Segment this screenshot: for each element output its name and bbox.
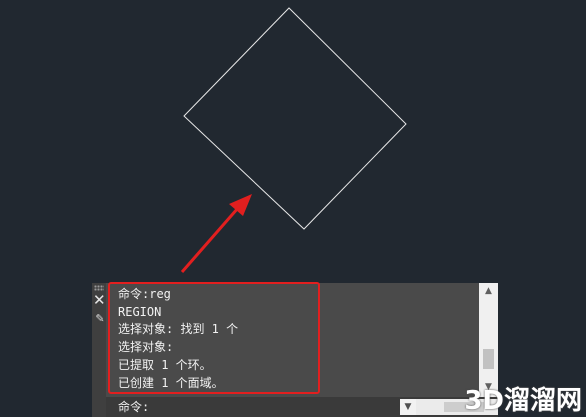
- diamond-shape[interactable]: [183, 7, 407, 230]
- scrollbar-thumb[interactable]: [483, 349, 494, 369]
- chevron-down-icon[interactable]: ▼: [400, 399, 416, 415]
- history-scrollbar[interactable]: ▲ ▼: [479, 283, 498, 397]
- window-grip[interactable]: ✕ ✎: [92, 283, 106, 417]
- close-icon[interactable]: ✕: [93, 293, 106, 308]
- chevron-up-icon[interactable]: ▲: [479, 283, 498, 299]
- annotation-arrow-shaft: [180, 207, 240, 273]
- watermark-logo: 3D溜溜网: [464, 386, 582, 416]
- annotation-highlight-box: [108, 282, 320, 394]
- command-input-row: 命令: ▼: [106, 397, 498, 417]
- command-input[interactable]: [166, 399, 416, 415]
- pencil-icon[interactable]: ✎: [94, 313, 106, 325]
- command-prompt-label: 命令:: [118, 400, 150, 414]
